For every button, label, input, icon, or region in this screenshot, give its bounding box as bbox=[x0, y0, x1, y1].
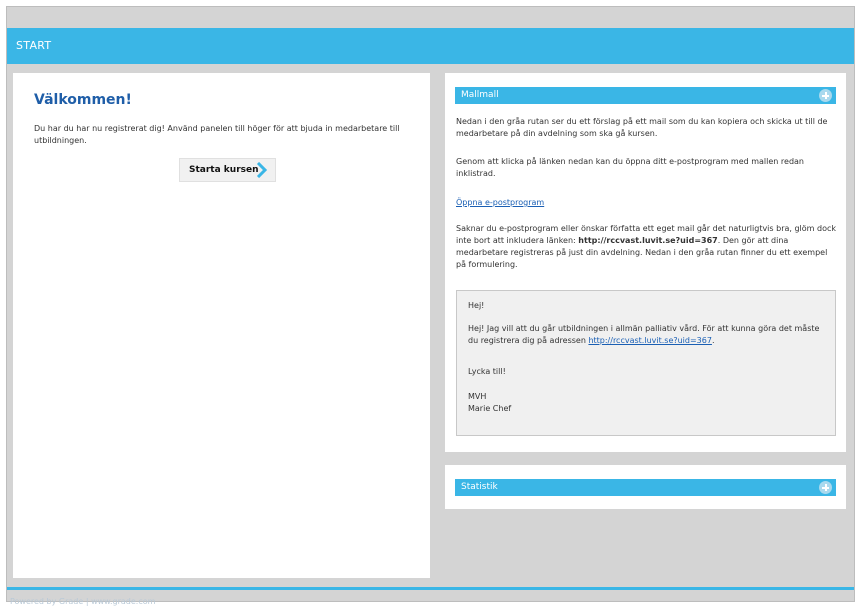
start-course-button[interactable]: Starta kursen bbox=[179, 158, 276, 182]
statistik-panel: Statistik bbox=[445, 465, 846, 509]
template-greeting: Hej! bbox=[468, 301, 485, 310]
welcome-panel: Välkommen! Du har du har nu registrerat … bbox=[13, 73, 430, 578]
start-course-label: Starta kursen bbox=[189, 165, 259, 175]
expand-plus-icon[interactable] bbox=[819, 89, 832, 102]
expand-plus-icon[interactable] bbox=[819, 481, 832, 494]
mailmall-intro: Nedan i den gråa rutan ser du ett försla… bbox=[456, 117, 828, 138]
template-body: Hej! Jag vill att du går utbildningen i … bbox=[468, 323, 828, 347]
template-body-end: . bbox=[711, 336, 715, 345]
template-registration-link[interactable]: http://rccvast.luvit.se?uid=367 bbox=[588, 336, 712, 345]
mailmall-open-link-row: Öppna e-postprogram bbox=[456, 197, 836, 209]
mailmall-no-program-text: Saknar du e-postprogram eller önskar för… bbox=[456, 223, 836, 271]
mailmall-header[interactable]: Mallmall bbox=[455, 87, 836, 104]
footer-powered-by[interactable]: Powered by Grade | www.grade.com bbox=[10, 597, 155, 606]
statistik-title: Statistik bbox=[461, 482, 498, 492]
template-closing: MVH bbox=[468, 392, 487, 401]
registration-url: http://rccvast.luvit.se?uid=367 bbox=[578, 236, 718, 245]
mailmall-instructions: Genom att klicka på länken nedan kan du … bbox=[456, 157, 804, 178]
open-email-program-link[interactable]: Öppna e-postprogram bbox=[456, 198, 544, 207]
template-wish: Lycka till! bbox=[468, 367, 506, 376]
statistik-header[interactable]: Statistik bbox=[455, 479, 836, 496]
top-bar: START bbox=[7, 28, 854, 64]
mailmall-title: Mallmall bbox=[461, 90, 499, 100]
welcome-text: Du har du har nu registrerat dig! Använd… bbox=[34, 124, 400, 145]
welcome-title: Välkommen! bbox=[34, 92, 132, 108]
mail-template-box: Hej! Hej! Jag vill att du går utbildning… bbox=[456, 290, 836, 436]
template-signature: Marie Chef bbox=[468, 404, 512, 413]
mailmall-panel: Mallmall Nedan i den gråa rutan ser du e… bbox=[445, 73, 846, 452]
footer-divider bbox=[7, 587, 854, 590]
chevron-right-icon bbox=[256, 162, 268, 178]
page-title: START bbox=[16, 39, 52, 52]
